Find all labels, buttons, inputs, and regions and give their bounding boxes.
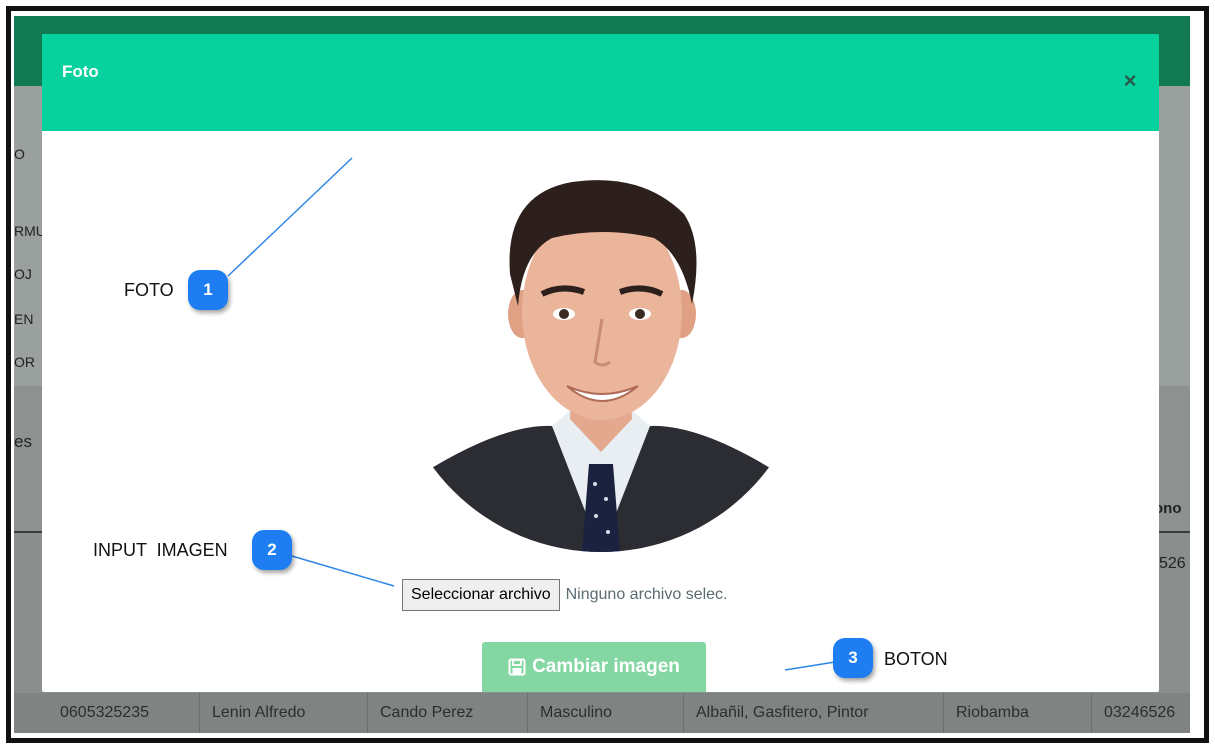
modal-title: Foto: [62, 62, 99, 81]
modal-header: Foto ×: [42, 34, 1159, 131]
bg-cell: Riobamba: [944, 693, 1092, 733]
bg-cell: 0605325235: [14, 693, 200, 733]
bg-fragment: 526: [1159, 555, 1186, 572]
bg-fragment: O: [14, 146, 25, 162]
annotation-label-foto: FOTO: [124, 280, 174, 300]
change-image-button[interactable]: Cambiar imagen: [482, 642, 706, 692]
bg-cell: 03246526: [1104, 704, 1176, 721]
bg-cell: Masculino: [528, 693, 684, 733]
bg-cell: Cando Perez: [368, 693, 528, 733]
annotation-badge-2: 2: [252, 530, 292, 570]
bg-fragment: EN: [14, 311, 34, 327]
save-icon: [508, 658, 526, 676]
photo-modal: Foto × Seleccionar archivo Ninguno archi…: [42, 34, 1159, 692]
annotation-badge-3: 3: [833, 638, 873, 678]
annotation-label-input: INPUT IMAGEN: [93, 540, 228, 560]
annotation-label-boton: BOTON: [884, 649, 948, 669]
annotation-badge-1: 1: [188, 270, 228, 310]
bg-cell: Albañil, Gasfitero, Pintor: [684, 693, 944, 733]
choose-file-button[interactable]: Seleccionar archivo: [402, 579, 560, 611]
bg-fragment: OJ: [14, 266, 32, 282]
bg-cell: Lenin Alfredo: [200, 693, 368, 733]
change-image-label: Cambiar imagen: [532, 656, 680, 677]
background-table-row: 0605325235 Lenin Alfredo Cando Perez Mas…: [14, 693, 1190, 733]
close-button[interactable]: ×: [1121, 70, 1139, 92]
bg-fragment: es: [14, 432, 32, 451]
bg-fragment: OR: [14, 354, 35, 370]
file-input-row: Seleccionar archivo Ninguno archivo sele…: [402, 578, 728, 612]
file-status-text: Ninguno archivo selec.: [565, 586, 728, 603]
person-photo-icon: [392, 134, 810, 552]
profile-photo: [392, 134, 810, 552]
